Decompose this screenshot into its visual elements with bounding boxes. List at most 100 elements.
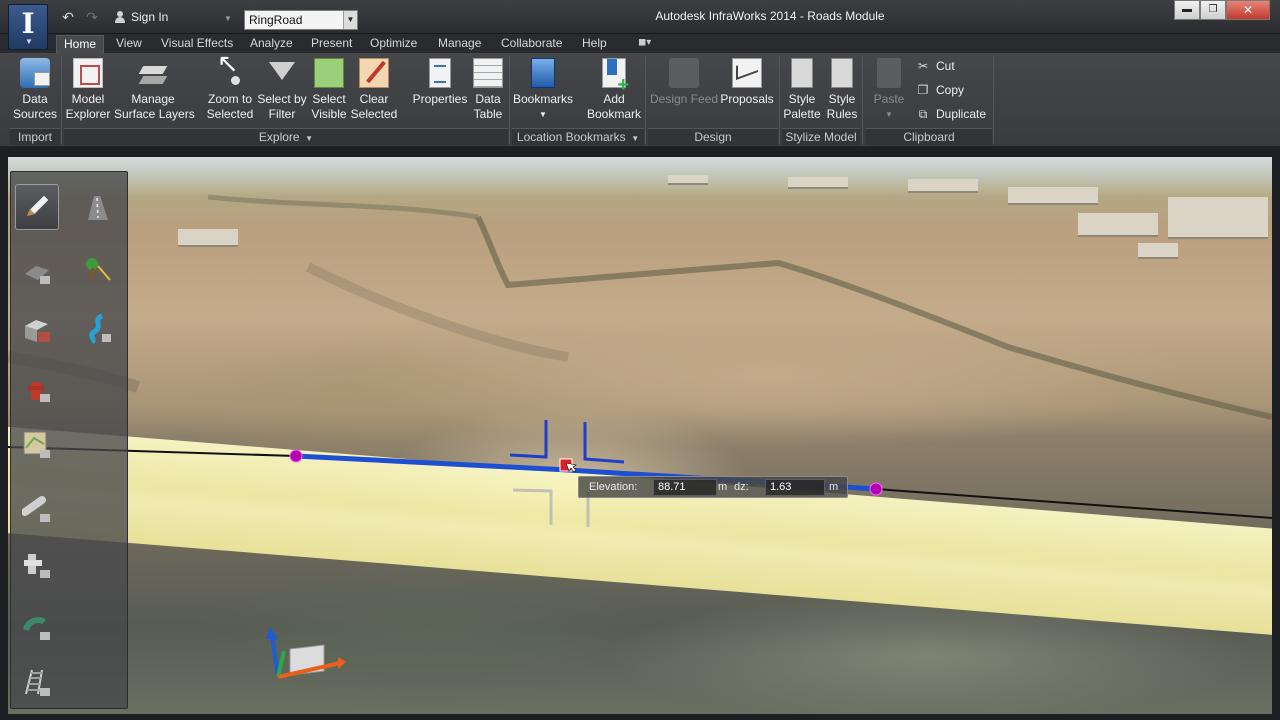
paste-button[interactable]: Paste ▼ [868,58,910,122]
dz-field[interactable]: 1.63 [765,479,825,496]
paste-label: Paste [873,92,905,106]
tab-present[interactable]: Present [304,35,359,53]
group-label-location-bookmarks[interactable]: Location Bookmarks ▼ [512,128,644,145]
manage-surface-layers-label-2: Surface Layers [114,107,195,121]
bookmarks-label: Bookmarks [512,92,574,106]
tab-home[interactable]: Home [56,35,105,53]
select-by-filter-button[interactable]: Select by Filter [257,58,307,122]
scissors-icon: ✂ [917,59,929,73]
manage-surface-layers-button[interactable]: Manage Surface Layers [114,58,195,122]
tab-manage[interactable]: Manage [431,35,488,53]
add-bookmark-button[interactable]: Add Bookmark [584,58,644,122]
elevation-field[interactable]: 88.71 [653,479,717,496]
pipe-icon [21,494,52,524]
tab-view[interactable]: View [109,35,149,53]
field-boundary [207,194,479,220]
model-explorer-button[interactable]: Model Explorer [64,58,112,122]
station-marker[interactable] [583,422,625,464]
design-feed-button[interactable]: Design Feed [650,58,718,107]
road-tool-button[interactable] [75,184,119,230]
data-table-button[interactable]: Data Table [470,58,506,122]
road-icon [82,192,112,222]
ribbon-separator [993,56,994,144]
group-label-explore[interactable]: Explore ▼ [64,128,508,145]
application-menu-button[interactable]: I ▼ [8,4,48,50]
sign-in-button[interactable]: Sign In [114,10,168,24]
clear-selected-label-1: Clear [359,92,389,106]
area-tool-button[interactable] [15,422,59,468]
pipe-tool-button[interactable] [15,486,59,532]
undo-icon[interactable]: ↶ [58,9,78,26]
select-by-filter-label-1: Select by [257,92,307,106]
axis-gizmo-icon [266,627,346,679]
chevron-down-icon[interactable]: ▼ [343,11,357,29]
chevron-down-icon: ▼ [539,110,547,119]
design-feed-icon [669,58,699,88]
copy-button[interactable]: ❐ Copy [916,83,964,97]
data-sources-button[interactable]: Data Sources [12,58,58,122]
cut-button[interactable]: ✂ Cut [916,59,955,73]
vertex-point[interactable] [289,449,303,463]
properties-button[interactable]: Properties [410,58,470,107]
station-marker[interactable] [509,420,548,459]
ribbon-options-icon[interactable]: ◼▾ [638,37,651,48]
create-tool-button[interactable] [15,184,59,230]
hydrant-icon [22,374,52,404]
ribbon-separator [645,56,646,144]
copy-icon: ❐ [917,83,929,97]
tab-help[interactable]: Help [575,35,614,53]
model-select[interactable]: RingRoad ▼ [244,10,358,30]
style-rules-icon [831,58,853,88]
coverage-tool-button[interactable] [15,248,59,294]
select-visible-button[interactable]: Select Visible [308,58,350,122]
design-feed-label: Design Feed [650,92,719,106]
vertex-point[interactable] [869,482,883,496]
pipe-connector-tool-button[interactable] [15,542,59,588]
zoom-to-selected-icon [215,56,245,88]
data-table-label-1: Data [475,92,501,106]
data-table-icon [473,58,503,88]
sign-in-dropdown-icon[interactable]: ▼ [224,14,232,23]
add-bookmark-label-2: Bookmark [586,107,642,121]
select-by-filter-label-2: Filter [268,107,296,121]
bridge-icon [22,612,52,642]
style-palette-icon [791,58,813,88]
quick-access-toolbar: ↶ ↷ [58,9,102,26]
style-palette-button[interactable]: Style Palette [782,58,822,122]
select-visible-icon [314,58,344,88]
bridge-tool-button[interactable] [15,604,59,650]
select-visible-label-2: Visible [311,107,347,121]
water-tool-button[interactable] [75,306,119,352]
building-tool-button[interactable] [15,306,59,352]
redo-icon[interactable]: ↷ [82,9,102,26]
railway-icon [22,668,52,698]
tree-tool-button[interactable] [75,248,119,294]
tab-optimize[interactable]: Optimize [363,35,424,53]
user-icon [114,11,126,23]
minimize-button[interactable]: ▬ [1174,0,1200,20]
tab-collaborate[interactable]: Collaborate [494,35,569,53]
data-table-label-2: Table [473,107,503,121]
elevation-unit: m [718,481,728,493]
bookmarks-button[interactable]: Bookmarks ▼ [512,58,574,122]
road-centerline[interactable] [875,488,1272,519]
clear-selected-button[interactable]: Clear Selected [350,58,398,122]
area-icon [22,430,52,460]
duplicate-button[interactable]: ⧉ Duplicate [916,107,986,121]
copy-label: Copy [936,83,965,97]
zoom-to-selected-label-1: Zoom to [207,92,252,106]
zoom-to-selected-button[interactable]: Zoom to Selected [204,56,256,122]
tab-analyze[interactable]: Analyze [243,35,300,53]
close-button[interactable]: ✕ [1226,0,1270,20]
style-rules-button[interactable]: Style Rules [823,58,861,122]
add-bookmark-label-1: Add [603,92,625,106]
proposals-button[interactable]: Proposals [718,58,776,107]
app-menu-caret-icon: ▼ [25,37,33,46]
maximize-button[interactable]: ❐ [1200,0,1226,20]
3d-viewport[interactable] [8,157,1272,714]
city-furniture-tool-button[interactable] [15,366,59,412]
railway-tool-button[interactable] [15,660,59,706]
manage-surface-layers-label-1: Manage [131,92,175,106]
data-sources-label-1: Data [22,92,48,106]
ribbon-separator [862,56,863,144]
